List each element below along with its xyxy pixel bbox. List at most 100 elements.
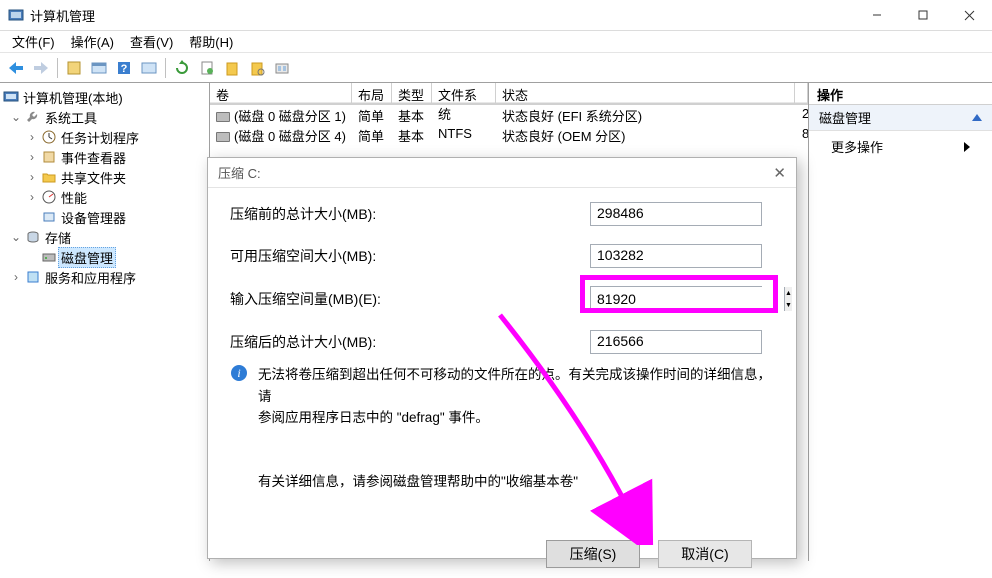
actions-more-label: 更多操作 [831, 137, 883, 156]
collapse-up-icon [972, 114, 982, 121]
actions-header: 操作 [809, 83, 992, 105]
cell-type: 基本 [392, 105, 432, 125]
tree-diskmgmt-label: 磁盘管理 [58, 247, 116, 268]
col-status[interactable]: 状态 [496, 83, 795, 104]
toolbar: ? [0, 53, 992, 83]
back-button[interactable] [4, 56, 28, 80]
actions-diskmgmt-label: 磁盘管理 [819, 108, 871, 127]
cell-fs: NTFS [432, 125, 496, 145]
actions-more[interactable]: 更多操作 [809, 131, 992, 162]
col-type[interactable]: 类型 [392, 83, 432, 104]
tree-shared[interactable]: › 共享文件夹 [2, 167, 207, 187]
annotation-highlight [580, 275, 778, 313]
tree-services-label: 服务和应用程序 [42, 268, 139, 287]
tree-services[interactable]: › 服务和应用程序 [2, 267, 207, 287]
dialog-close-button[interactable]: ✕ [773, 164, 786, 182]
spinner-up-button[interactable]: ▲ [785, 287, 792, 299]
col-fs[interactable]: 文件系统 [432, 83, 496, 104]
spinner-down-button[interactable]: ▼ [785, 299, 792, 311]
col-volume[interactable]: 卷 [210, 83, 352, 104]
tree-pane: 计算机管理(本地) ⌄ 系统工具 › 任务计划程序 › 事件查看器 › 共享文件… [0, 83, 210, 561]
info-icon: i [230, 364, 248, 382]
tool-icon-2[interactable] [87, 56, 111, 80]
tree-storage[interactable]: ⌄ 存储 [2, 227, 207, 247]
menu-bar: 文件(F) 操作(A) 查看(V) 帮助(H) [0, 31, 992, 53]
table-header: 卷 布局 类型 文件系统 状态 [210, 83, 808, 105]
cell-status: 状态良好 (OEM 分区) [496, 125, 796, 145]
menu-file[interactable]: 文件(F) [4, 30, 63, 53]
menu-action[interactable]: 操作(A) [63, 30, 122, 53]
volume-icon [216, 112, 230, 122]
svg-text:?: ? [121, 63, 128, 75]
info-block-1: i 无法将卷压缩到超出任何不可移动的文件所在的点。有关完成该操作时间的详细信息，… [230, 364, 774, 429]
col-end[interactable] [795, 83, 808, 104]
tree-perf[interactable]: › 性能 [2, 187, 207, 207]
tool-icon-4[interactable] [195, 56, 219, 80]
cancel-button[interactable]: 取消(C) [658, 540, 752, 568]
device-icon [40, 210, 58, 224]
computer-icon [2, 89, 20, 105]
tool-icon-1[interactable] [62, 56, 86, 80]
table-row[interactable]: (磁盘 0 磁盘分区 4) 简单 基本 NTFS 状态良好 (OEM 分区) 8 [210, 125, 808, 145]
submenu-arrow-icon [964, 142, 970, 152]
avail-value: 103282 [590, 244, 762, 268]
tool-icon-5[interactable] [220, 56, 244, 80]
tool-icon-6[interactable] [245, 56, 269, 80]
info2: 有关详细信息，请参阅磁盘管理帮助中的"收缩基本卷" [258, 471, 578, 493]
tree-storage-label: 存储 [42, 228, 74, 247]
cell-status: 状态良好 (EFI 系统分区) [496, 105, 796, 125]
expand-icon[interactable]: › [24, 130, 40, 144]
folder-icon [40, 170, 58, 184]
tree-root-label: 计算机管理(本地) [20, 88, 126, 107]
wrench-icon [24, 110, 42, 124]
help-icon[interactable]: ? [112, 56, 136, 80]
expand-icon[interactable]: › [24, 170, 40, 184]
expand-icon[interactable]: › [24, 150, 40, 164]
field-before: 压缩前的总计大小(MB): 298486 [230, 202, 774, 226]
cell-layout: 简单 [352, 105, 392, 125]
after-value: 216566 [590, 330, 762, 354]
collapse-icon[interactable]: ⌄ [8, 110, 24, 124]
menu-help[interactable]: 帮助(H) [181, 30, 241, 53]
services-icon [24, 270, 42, 284]
maximize-button[interactable] [900, 0, 946, 30]
cell-fs [432, 105, 496, 125]
perf-icon [40, 190, 58, 204]
info1-line2: 参阅应用程序日志中的 "defrag" 事件。 [258, 407, 774, 429]
close-button[interactable] [946, 0, 992, 30]
shrink-button[interactable]: 压缩(S) [546, 540, 640, 568]
cell-end: 8 [796, 125, 808, 145]
expand-icon[interactable]: › [8, 270, 24, 284]
cell-volume: (磁盘 0 磁盘分区 4) [234, 129, 346, 144]
tool-icon-7[interactable] [270, 56, 294, 80]
actions-pane: 操作 磁盘管理 更多操作 [809, 83, 992, 561]
before-value: 298486 [590, 202, 762, 226]
tree-event-label: 事件查看器 [58, 148, 129, 167]
tree-systools[interactable]: ⌄ 系统工具 [2, 107, 207, 127]
tool-icon-3[interactable] [137, 56, 161, 80]
tree-devmgr[interactable]: 设备管理器 [2, 207, 207, 227]
event-icon [40, 150, 58, 164]
disk-icon [40, 250, 58, 264]
actions-diskmgmt[interactable]: 磁盘管理 [809, 105, 992, 131]
tree-diskmgmt[interactable]: 磁盘管理 [2, 247, 207, 267]
svg-text:i: i [237, 366, 240, 380]
tree-root[interactable]: 计算机管理(本地) [2, 87, 207, 107]
before-label: 压缩前的总计大小(MB): [230, 204, 590, 224]
tree-event[interactable]: › 事件查看器 [2, 147, 207, 167]
refresh-icon[interactable] [170, 56, 194, 80]
col-layout[interactable]: 布局 [352, 83, 392, 104]
table-row[interactable]: (磁盘 0 磁盘分区 1) 简单 基本 状态良好 (EFI 系统分区) 2 [210, 105, 808, 125]
clock-icon [40, 130, 58, 144]
storage-icon [24, 230, 42, 244]
forward-button[interactable] [29, 56, 53, 80]
tree-devmgr-label: 设备管理器 [58, 208, 129, 227]
expand-icon[interactable]: › [24, 190, 40, 204]
collapse-icon[interactable]: ⌄ [8, 230, 24, 244]
field-after: 压缩后的总计大小(MB): 216566 [230, 330, 774, 354]
tree-task-label: 任务计划程序 [58, 128, 142, 147]
menu-view[interactable]: 查看(V) [122, 30, 181, 53]
tree-shared-label: 共享文件夹 [58, 168, 129, 187]
minimize-button[interactable] [854, 0, 900, 30]
tree-task[interactable]: › 任务计划程序 [2, 127, 207, 147]
